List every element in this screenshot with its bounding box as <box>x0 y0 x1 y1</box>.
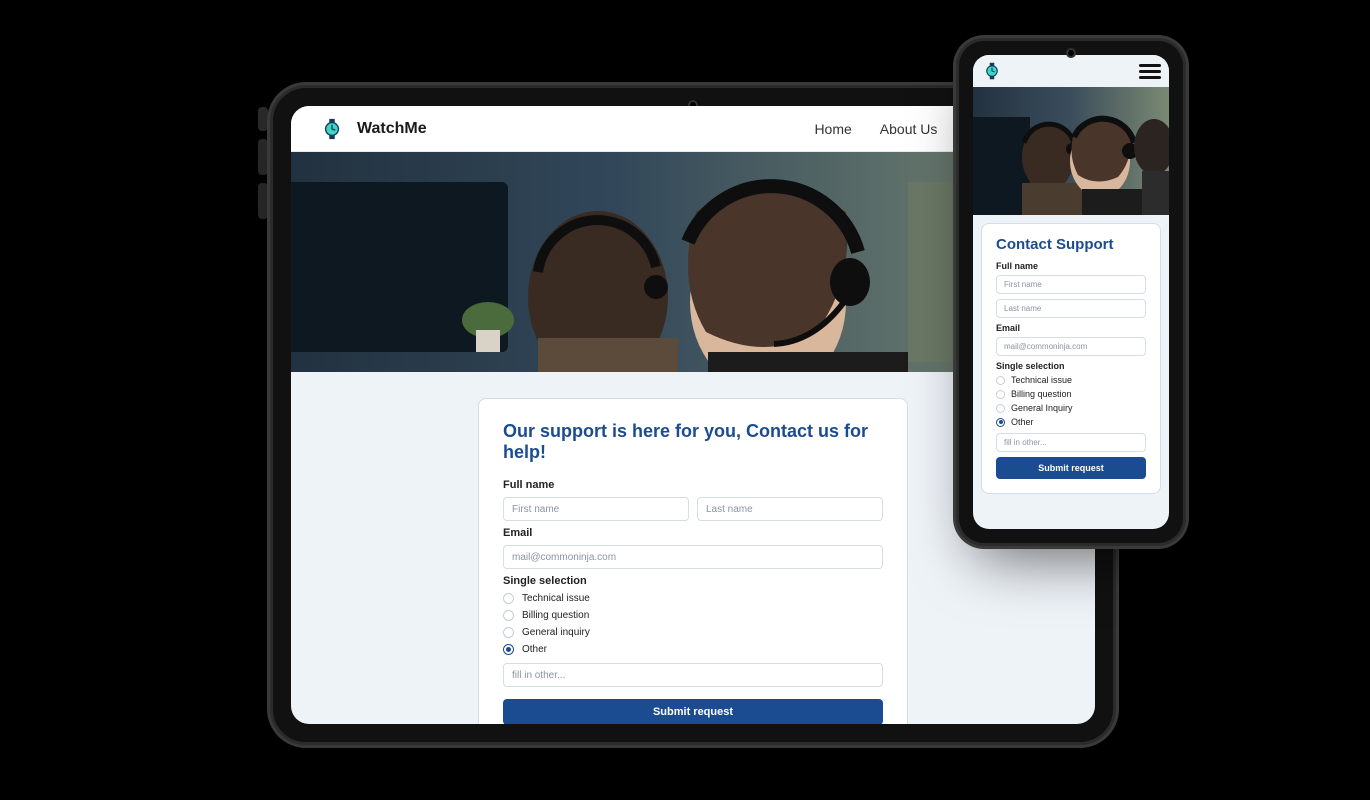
mobile-header <box>973 55 1169 87</box>
brand-name: WatchMe <box>357 120 427 138</box>
label-email: Email <box>503 527 883 539</box>
hamburger-menu-icon[interactable] <box>1139 64 1161 79</box>
mobile-other-text-input[interactable]: fill in other... <box>996 433 1146 452</box>
radio-icon <box>996 418 1005 427</box>
radio-icon <box>503 644 514 655</box>
mobile-last-name-input[interactable]: Last name <box>996 299 1146 318</box>
mobile-submit-button[interactable]: Submit request <box>996 457 1146 479</box>
radio-icon <box>996 404 1005 413</box>
last-name-input[interactable]: Last name <box>697 497 883 521</box>
radio-billing[interactable]: Billing question <box>503 610 883 621</box>
mobile-radio-general[interactable]: General Inquiry <box>996 403 1146 413</box>
radio-label: Other <box>1011 417 1034 427</box>
radio-general[interactable]: General inquiry <box>503 627 883 638</box>
label-single-selection: Single selection <box>503 575 883 587</box>
radio-icon <box>503 593 514 604</box>
mobile-label-single: Single selection <box>996 361 1146 371</box>
radio-icon <box>503 627 514 638</box>
mobile-radio-billing[interactable]: Billing question <box>996 389 1146 399</box>
phone-device: Contact Support Full name First name Las… <box>956 38 1186 546</box>
mobile-hero-image <box>973 87 1169 215</box>
label-fullname: Full name <box>503 479 883 491</box>
phone-camera-icon <box>1066 48 1076 58</box>
radio-other[interactable]: Other <box>503 644 883 655</box>
radio-icon <box>996 376 1005 385</box>
support-form-card: Our support is here for you, Contact us … <box>478 398 908 724</box>
phone-screen: Contact Support Full name First name Las… <box>973 55 1169 529</box>
radio-icon <box>996 390 1005 399</box>
first-name-input[interactable]: First name <box>503 497 689 521</box>
nav-home[interactable]: Home <box>814 121 851 137</box>
mobile-label-email: Email <box>996 323 1146 333</box>
nav-about[interactable]: About Us <box>880 121 938 137</box>
watch-icon <box>981 60 1003 82</box>
radio-group: Technical issue Billing question General… <box>503 593 883 655</box>
email-input[interactable]: mail@commoninja.com <box>503 545 883 569</box>
radio-label: General Inquiry <box>1011 403 1073 413</box>
mobile-radio-group: Technical issue Billing question General… <box>996 375 1146 427</box>
radio-technical[interactable]: Technical issue <box>503 593 883 604</box>
mobile-support-card: Contact Support Full name First name Las… <box>981 223 1161 494</box>
tablet-physical-buttons <box>258 107 268 219</box>
radio-label: Billing question <box>1011 389 1072 399</box>
mobile-label-fullname: Full name <box>996 261 1146 271</box>
radio-icon <box>503 610 514 621</box>
radio-label: Technical issue <box>1011 375 1072 385</box>
radio-label: General inquiry <box>522 627 590 638</box>
mobile-radio-other[interactable]: Other <box>996 417 1146 427</box>
radio-label: Technical issue <box>522 593 590 604</box>
radio-label: Billing question <box>522 610 589 621</box>
mobile-radio-technical[interactable]: Technical issue <box>996 375 1146 385</box>
radio-label: Other <box>522 644 547 655</box>
mobile-first-name-input[interactable]: First name <box>996 275 1146 294</box>
submit-button[interactable]: Submit request <box>503 699 883 724</box>
form-title: Our support is here for you, Contact us … <box>503 421 883 463</box>
mobile-email-input[interactable]: mail@commoninja.com <box>996 337 1146 356</box>
mobile-form-title: Contact Support <box>996 236 1146 253</box>
other-text-input[interactable]: fill in other... <box>503 663 883 687</box>
watch-icon <box>321 118 343 140</box>
